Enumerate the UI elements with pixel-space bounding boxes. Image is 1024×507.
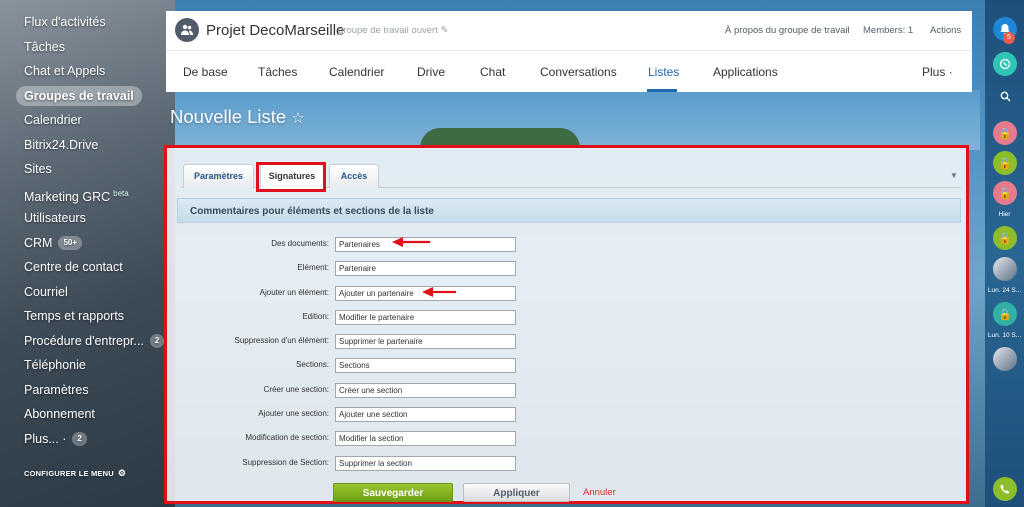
field-label: Suppression d'un élément: [234,336,329,345]
phone-call-icon[interactable] [993,52,1017,76]
lock-icon[interactable]: 🔒 [993,121,1017,145]
menu-item-chat[interactable]: Chat et Appels [0,59,165,84]
active-tab-underline [647,89,677,92]
element-input[interactable] [335,261,516,276]
crm-count-badge: 50+ [58,236,83,251]
more-count-badge: 2 [72,432,87,447]
menu-item-telephony[interactable]: Téléphonie [0,353,165,378]
group-avatar-icon [175,18,199,42]
menu-item-time-reports[interactable]: Temps et rapports [0,304,165,329]
menu-item-subscription[interactable]: Abonnement [0,402,165,427]
menu-item-tasks[interactable]: Tâches [0,35,165,60]
members-link[interactable]: Members: 1 [863,25,913,36]
form-row: Edition: [177,310,737,326]
create-section-input[interactable] [335,383,516,398]
menu-item-more[interactable]: Plus... · 2 [0,427,165,452]
menu-item-marketing[interactable]: Marketing GRC beta [0,182,165,207]
menu-item-drive[interactable]: Bitrix24.Drive [0,133,165,158]
edit-input[interactable] [335,310,516,325]
tab-calendar[interactable]: Calendrier [329,65,384,79]
chevron-down-icon[interactable]: ▼ [950,171,958,180]
field-label: Sections: [296,360,329,369]
notification-count-badge: 5 [1003,32,1015,44]
procedures-count-badge: 2 [149,334,165,349]
lock-icon[interactable]: 🔒 [993,302,1017,326]
edit-section-input[interactable] [335,431,516,446]
tab-access[interactable]: Accès [329,164,379,188]
search-icon[interactable] [993,84,1017,108]
form-row: Ajouter une section: [177,407,737,423]
menu-item-sites[interactable]: Sites [0,157,165,182]
form-row: Sections: [177,358,737,374]
arrow-left-icon [422,287,456,297]
about-group-link[interactable]: À propos du groupe de travail [725,25,850,36]
pencil-icon: ✎ [440,25,449,36]
field-label: Edition: [302,312,329,321]
menu-item-mail[interactable]: Courriel [0,280,165,305]
delete-element-input[interactable] [335,334,516,349]
phone-icon[interactable] [993,477,1017,501]
lock-icon[interactable]: 🔒 [993,181,1017,205]
field-label: Ajouter une section: [258,409,329,418]
user-avatar[interactable] [993,347,1017,371]
tab-conversations[interactable]: Conversations [540,65,617,79]
page-title: Nouvelle Liste ☆ [170,106,305,127]
form-row: Suppression de Section: [177,456,737,472]
tab-parameters[interactable]: Paramètres [183,164,254,188]
tab-drive[interactable]: Drive [417,65,445,79]
form-row: Modification de section: [177,431,737,447]
tab-tasks[interactable]: Tâches [258,65,297,79]
field-label: Elément: [297,263,329,272]
menu-item-contact-center[interactable]: Centre de contact [0,255,165,280]
star-icon[interactable]: ☆ [291,110,304,127]
form-row: Des documents: [177,237,737,253]
form-row: Suppression d'un élément: [177,334,737,350]
group-tabs: De base Tâches Calendrier Drive Chat Con… [166,51,972,92]
configure-menu-button[interactable]: CONFIGURER LE MENU ⚙ [0,461,165,486]
field-label: Créer une section: [263,385,329,394]
apply-button[interactable]: Appliquer [463,483,570,502]
signatures-tab-highlight [256,162,326,192]
menu-item-procedures[interactable]: Procédure d'entrepr... 2 [0,329,165,354]
lock-icon[interactable]: 🔒 [993,151,1017,175]
date-label: Lun. 10 S... [987,332,1022,339]
group-header-top: Projet DecoMarseille groupe de travail o… [166,11,972,51]
form-row: Créer une section: [177,383,737,399]
field-label: Modification de section: [245,433,329,442]
tab-more[interactable]: Plus · [922,65,953,79]
delete-section-input[interactable] [335,456,516,471]
date-label: Hier [998,211,1011,218]
menu-item-settings[interactable]: Paramètres [0,378,165,403]
menu-item-crm[interactable]: CRM 50+ [0,231,165,256]
group-title: Projet DecoMarseille [206,22,345,39]
group-header: Projet DecoMarseille groupe de travail o… [166,11,972,92]
field-label: Ajouter un élément: [259,288,329,297]
tab-base[interactable]: De base [183,65,228,79]
beta-label: beta [113,188,129,198]
field-label: Suppression de Section: [242,458,329,467]
form-row: Elément: [177,261,737,277]
date-label: Lun. 24 S... [987,287,1022,294]
section-heading: Commentaires pour éléments et sections d… [177,198,961,223]
cancel-link[interactable]: Annuler [583,487,616,498]
user-avatar[interactable] [993,257,1017,281]
menu-item-feed[interactable]: Flux d'activités [0,10,165,35]
sections-input[interactable] [335,358,516,373]
group-type[interactable]: groupe de travail ouvert ✎ [338,25,448,36]
menu-item-calendar[interactable]: Calendrier [0,108,165,133]
right-notification-bar: 5 🔒 🔒 🔒 Hier 🔒 Lun. 24 S... 🔒 Lun. 10 S.… [985,0,1024,507]
field-label: Des documents: [271,239,329,248]
arrow-left-icon [392,237,430,247]
tab-chat[interactable]: Chat [480,65,505,79]
menu-item-users[interactable]: Utilisateurs [0,206,165,231]
left-sidebar-menu: Flux d'activités Tâches Chat et Appels G… [0,10,165,486]
lock-icon[interactable]: 🔒 [993,226,1017,250]
save-button[interactable]: Sauvegarder [333,483,453,502]
tab-lists[interactable]: Listes [648,65,679,79]
tab-applications[interactable]: Applications [713,65,778,79]
add-section-input[interactable] [335,407,516,422]
actions-button[interactable]: Actions [930,25,961,36]
menu-item-workgroups[interactable]: Groupes de travail [0,84,165,109]
gear-icon: ⚙ [117,468,127,478]
